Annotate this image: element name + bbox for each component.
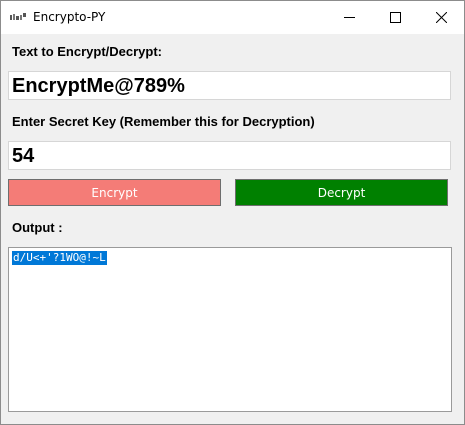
maximize-button[interactable] [372, 1, 418, 34]
title-bar[interactable]: Encrypto-PY [1, 1, 464, 34]
secret-key-input[interactable]: 54 [8, 141, 451, 170]
app-window: Encrypto-PY Text to Encrypt/Decrypt: Enc… [0, 0, 465, 425]
close-icon [435, 12, 447, 23]
minimize-button[interactable] [326, 1, 372, 34]
close-button[interactable] [418, 1, 464, 34]
decrypt-button[interactable]: Decrypt [235, 179, 448, 206]
encrypt-button[interactable]: Encrypt [8, 179, 221, 206]
text-input[interactable]: EncryptMe@789% [8, 71, 451, 100]
window-title: Encrypto-PY [33, 10, 106, 24]
minimize-icon [343, 17, 355, 18]
maximize-icon [389, 12, 401, 23]
secret-key-label: Enter Secret Key (Remember this for Decr… [12, 114, 315, 129]
app-icon [10, 13, 26, 20]
text-field-label: Text to Encrypt/Decrypt: [12, 44, 163, 59]
output-textarea[interactable]: d/U<+'?1WO@!~L [8, 247, 452, 412]
output-label: Output : [12, 220, 63, 235]
output-selected-text[interactable]: d/U<+'?1WO@!~L [12, 251, 107, 265]
